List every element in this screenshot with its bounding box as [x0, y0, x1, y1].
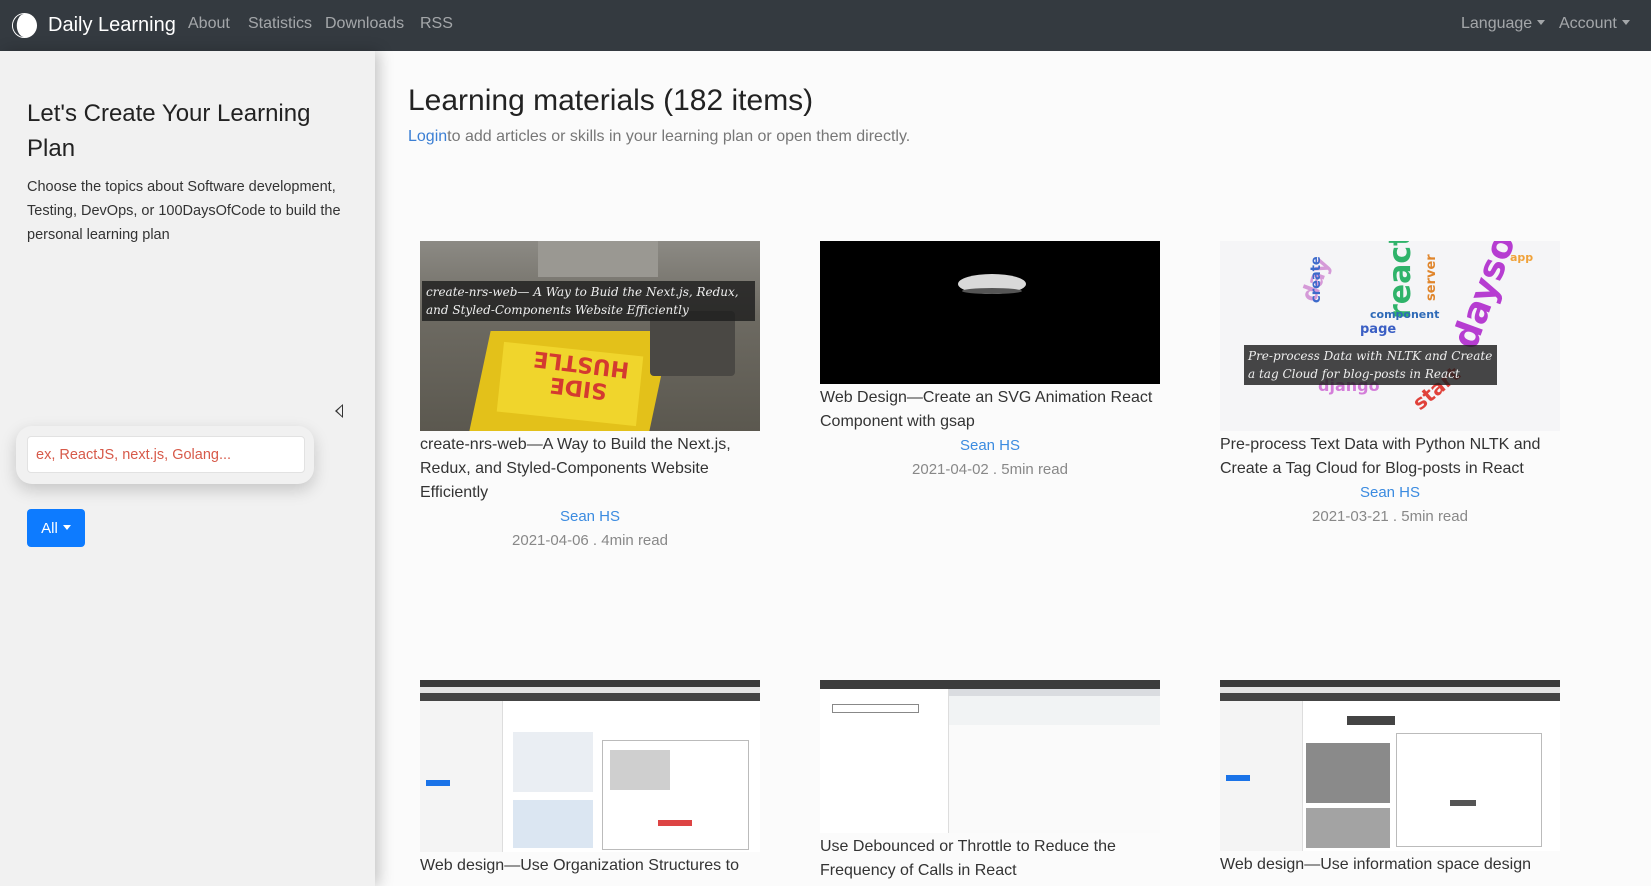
article-thumbnail[interactable]: SIDE HUSTLE create-nrs-web— A Way to Bui…: [420, 241, 760, 431]
account-label: Account: [1559, 15, 1617, 32]
subtitle-text: to add articles or skills in your learni…: [447, 128, 911, 145]
article-card[interactable]: day react daysof create component page s…: [1220, 241, 1560, 529]
article-author[interactable]: Sean HS: [420, 505, 760, 529]
article-card[interactable]: SIDE HUSTLE create-nrs-web— A Way to Bui…: [420, 241, 760, 553]
article-title[interactable]: Pre-process Text Data with Python NLTK a…: [1220, 433, 1560, 481]
caret-down-icon: [1537, 20, 1546, 25]
article-thumbnail[interactable]: [820, 241, 1160, 384]
article-meta: 2021-04-06 . 4min read: [512, 532, 668, 549]
thumbnail-caption: create-nrs-web— A Way to Buid the Next.j…: [422, 281, 755, 321]
article-card[interactable]: Web design—Use information space design: [1220, 680, 1560, 877]
caret-down-icon: [62, 524, 71, 530]
filter-dropdown-button[interactable]: All: [27, 509, 85, 547]
page-subtitle: Loginto add articles or skills in your l…: [408, 128, 910, 146]
sidebar: Let's Create Your Learning Plan Choose t…: [0, 51, 375, 886]
sidebar-title: Let's Create Your Learning Plan: [27, 100, 311, 162]
svg-text:create: create: [1309, 256, 1324, 303]
article-card[interactable]: Web design—Use Organization Structures t…: [420, 680, 760, 878]
svg-text:app: app: [1510, 251, 1533, 264]
svg-text:component: component: [1370, 308, 1439, 321]
article-title[interactable]: Web design—Use Organization Structures t…: [420, 854, 760, 878]
article-meta: 2021-03-21 . 5min read: [1312, 508, 1468, 525]
topic-search-input[interactable]: [27, 436, 305, 473]
nav-downloads-link[interactable]: Downloads: [325, 15, 404, 33]
filter-label: All: [41, 519, 58, 537]
article-title[interactable]: create-nrs-web—A Way to Build the Next.j…: [420, 433, 760, 505]
article-author[interactable]: Sean HS: [1220, 481, 1560, 505]
article-thumbnail[interactable]: day react daysof create component page s…: [1220, 241, 1560, 431]
article-title[interactable]: Web design—Use information space design: [1220, 853, 1560, 877]
language-dropdown[interactable]: Language: [1461, 15, 1546, 33]
article-card[interactable]: Use Debounced or Throttle to Reduce the …: [820, 680, 1160, 883]
brand-name: Daily Learning: [48, 13, 176, 36]
svg-text:server: server: [1424, 254, 1439, 301]
nav-statistics-link[interactable]: Statistics: [248, 15, 312, 33]
nav-rss-link[interactable]: RSS: [420, 15, 453, 33]
article-title[interactable]: Use Debounced or Throttle to Reduce the …: [820, 835, 1160, 883]
page-title: Learning materials (182 items): [408, 84, 814, 117]
svg-animation-blob-icon: [958, 274, 1026, 294]
caret-down-icon: [1621, 20, 1630, 25]
article-thumbnail[interactable]: [420, 680, 760, 852]
nav-about-link[interactable]: About: [188, 15, 230, 33]
login-link[interactable]: Login: [408, 128, 447, 145]
top-navbar: Daily Learning About Statistics Download…: [0, 0, 1651, 51]
tag-cloud-image: day react daysof create component page s…: [1220, 241, 1560, 431]
article-meta: 2021-04-02 . 5min read: [912, 461, 1068, 478]
sidebar-description: Choose the topics about Software develop…: [27, 179, 341, 243]
article-title[interactable]: Web Design—Create an SVG Animation React…: [820, 386, 1160, 434]
search-box: [16, 426, 314, 484]
account-dropdown[interactable]: Account: [1559, 15, 1630, 33]
collapse-sidebar-icon[interactable]: [335, 404, 343, 418]
article-thumbnail[interactable]: [1220, 680, 1560, 851]
daily-learning-logo-icon: [11, 12, 38, 38]
svg-text:page: page: [1360, 322, 1396, 337]
article-thumbnail[interactable]: [820, 680, 1160, 833]
thumbnail-caption: Pre-process Data with NLTK and Create a …: [1244, 345, 1497, 385]
article-author[interactable]: Sean HS: [820, 434, 1160, 458]
language-label: Language: [1461, 15, 1533, 32]
article-card[interactable]: Web Design—Create an SVG Animation React…: [820, 241, 1160, 482]
brand[interactable]: Daily Learning: [11, 11, 176, 39]
